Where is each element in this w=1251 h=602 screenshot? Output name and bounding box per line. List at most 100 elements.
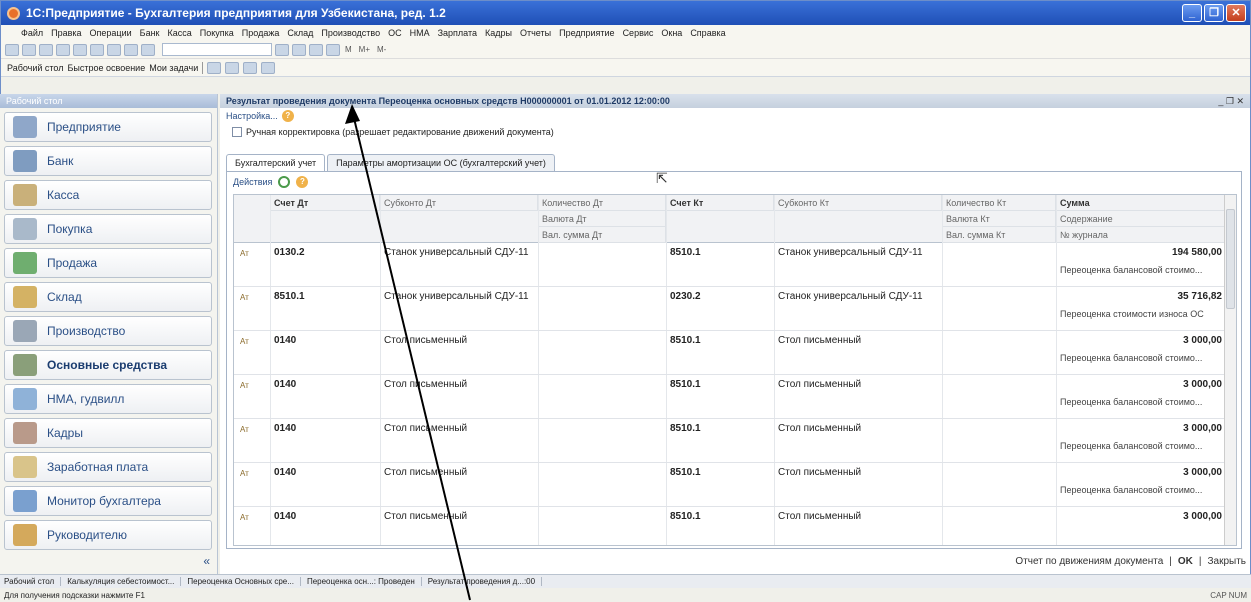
my-tasks-button[interactable]: Мои задачи (149, 63, 198, 73)
find-icon[interactable] (275, 43, 289, 56)
paste-icon[interactable] (90, 43, 104, 56)
sidebar-item-enterprise[interactable]: Предприятие (4, 112, 212, 142)
table-row[interactable]: Ат 0140 Стол письменный 8510.1 Стол пись… (234, 507, 1236, 545)
menu-item[interactable]: Отчеты (520, 28, 551, 38)
calendar-icon[interactable] (326, 43, 340, 56)
table-scrollbar[interactable] (1224, 195, 1236, 545)
minimize-button[interactable]: _ (1182, 4, 1202, 22)
header-cur-sum-kt[interactable]: Вал. сумма Кт (942, 227, 1056, 243)
movement-report-button[interactable]: Отчет по движениям документа (1015, 556, 1163, 567)
save-icon[interactable] (39, 43, 53, 56)
sidebar-item-monitor[interactable]: Монитор бухгалтера (4, 486, 212, 516)
menu-item[interactable]: Предприятие (559, 28, 614, 38)
table-row[interactable]: Ат 0140 Стол письменный 8510.1 Стол пись… (234, 375, 1236, 419)
table-row[interactable]: Ат 8510.1 Станок универсальный СДУ-11 02… (234, 287, 1236, 331)
panel-icon[interactable] (243, 61, 258, 74)
sidebar-item-production[interactable]: Производство (4, 316, 212, 346)
menu-item[interactable]: Справка (690, 28, 725, 38)
header-subconto-kt[interactable]: Субконто Кт (774, 195, 942, 211)
header-qty-kt[interactable]: Количество Кт (942, 195, 1056, 211)
quick-start-button[interactable]: Быстрое освоение (68, 63, 146, 73)
header-sum[interactable]: Сумма (1056, 195, 1226, 211)
table-row[interactable]: Ат 0140 Стол письменный 8510.1 Стол пись… (234, 463, 1236, 507)
copy-icon[interactable] (73, 43, 87, 56)
manual-correction-checkbox[interactable] (232, 127, 242, 137)
header-content[interactable]: Содержание (1056, 211, 1226, 227)
menu-item[interactable]: Кадры (485, 28, 512, 38)
menu-item[interactable]: Операции (90, 28, 132, 38)
menu-item[interactable]: Касса (167, 28, 191, 38)
tab-depreciation-params[interactable]: Параметры амортизации ОС (бухгалтерский … (327, 154, 555, 171)
subconto-dt-cell: Стол письменный (384, 335, 468, 346)
print-icon[interactable] (107, 43, 121, 56)
sidebar-item-fixed-assets[interactable]: Основные средства (4, 350, 212, 380)
sidebar-item-sales[interactable]: Продажа (4, 248, 212, 278)
open-icon[interactable] (22, 43, 36, 56)
header-currency-dt[interactable]: Валюта Дт (538, 211, 666, 227)
sidebar-item-intangibles[interactable]: НМА, гудвилл (4, 384, 212, 414)
header-qty-dt[interactable]: Количество Дт (538, 195, 666, 211)
memory-plus-label[interactable]: M+ (359, 45, 370, 54)
table-row[interactable]: Ат 0140 Стол письменный 8510.1 Стол пись… (234, 419, 1236, 463)
actions-menu[interactable]: Действия (233, 177, 272, 187)
menu-item[interactable]: Банк (140, 28, 160, 38)
undo-icon[interactable] (124, 43, 138, 56)
panel-icon[interactable] (207, 61, 222, 74)
sidebar-item-warehouse[interactable]: Склад (4, 282, 212, 312)
close-doc-button[interactable]: Закрыть (1207, 556, 1246, 567)
menu-item[interactable]: Сервис (623, 28, 654, 38)
header-cur-sum-dt[interactable]: Вал. сумма Дт (538, 227, 666, 243)
sidebar-collapse-button[interactable]: « (0, 554, 210, 568)
taskbar-item[interactable]: Калькуляция себестоимост... (67, 577, 182, 586)
panel-icon[interactable] (261, 61, 276, 74)
info-icon[interactable] (292, 43, 306, 56)
header-currency-kt[interactable]: Валюта Кт (942, 211, 1056, 227)
menu-item[interactable]: ОС (388, 28, 402, 38)
redo-icon[interactable] (141, 43, 155, 56)
tab-accounting[interactable]: Бухгалтерский учет (226, 154, 326, 171)
header-journal[interactable]: № журнала (1056, 227, 1226, 243)
taskbar-item[interactable]: Переоценка осн...: Проведен (307, 577, 422, 586)
taskbar-item[interactable]: Рабочий стол (4, 577, 62, 586)
panel-icon[interactable] (225, 61, 240, 74)
menu-item[interactable]: Покупка (200, 28, 234, 38)
help-icon[interactable]: ? (296, 176, 309, 188)
scroll-thumb[interactable] (1226, 209, 1235, 309)
sidebar-item-bank[interactable]: Банк (4, 146, 212, 176)
sidebar-item-cash[interactable]: Касса (4, 180, 212, 210)
memory-minus-label[interactable]: M- (377, 45, 386, 54)
table-row[interactable]: Ат 0140 Стол письменный 8510.1 Стол пись… (234, 331, 1236, 375)
ok-button[interactable]: OK (1178, 556, 1193, 567)
menu-item[interactable]: Файл (21, 28, 43, 38)
settings-link[interactable]: Настройка... (226, 111, 278, 121)
sidebar-item-purchase[interactable]: Покупка (4, 214, 212, 244)
refresh-icon[interactable] (278, 176, 291, 188)
menu-item[interactable]: Склад (287, 28, 313, 38)
menu-item[interactable]: Правка (51, 28, 81, 38)
memory-label[interactable]: M (345, 45, 352, 54)
close-button[interactable]: ✕ (1226, 4, 1246, 22)
calc-icon[interactable] (309, 43, 323, 56)
menu-item[interactable]: Производство (321, 28, 380, 38)
sidebar-item-manager[interactable]: Руководителю (4, 520, 212, 550)
menu-item[interactable]: Зарплата (438, 28, 477, 38)
sidebar-item-payroll[interactable]: Заработная плата (4, 452, 212, 482)
header-debit-account[interactable]: Счет Дт (270, 195, 380, 211)
menu-item[interactable]: Окна (661, 28, 682, 38)
menu-item[interactable]: Продажа (242, 28, 280, 38)
header-credit-account[interactable]: Счет Кт (666, 195, 774, 211)
menu-item[interactable]: НМА (410, 28, 430, 38)
cut-icon[interactable] (56, 43, 70, 56)
sidebar-item-hr[interactable]: Кадры (4, 418, 212, 448)
new-icon[interactable] (5, 43, 19, 56)
taskbar-item[interactable]: Результат проведения д...:00 (428, 577, 543, 586)
help-icon[interactable]: ? (281, 110, 294, 122)
desktop-button[interactable]: Рабочий стол (7, 63, 64, 73)
taskbar-item[interactable]: Переоценка Основных сре... (187, 577, 301, 586)
document-window-controls[interactable]: _ ❐ ✕ (1218, 96, 1250, 107)
header-subconto-dt[interactable]: Субконто Дт (380, 195, 538, 211)
restore-button[interactable]: ❐ (1204, 4, 1224, 22)
table-row[interactable]: Ат 0130.2 Станок универсальный СДУ-11 85… (234, 243, 1236, 287)
search-input[interactable] (162, 43, 272, 56)
purchase-icon (13, 218, 37, 240)
